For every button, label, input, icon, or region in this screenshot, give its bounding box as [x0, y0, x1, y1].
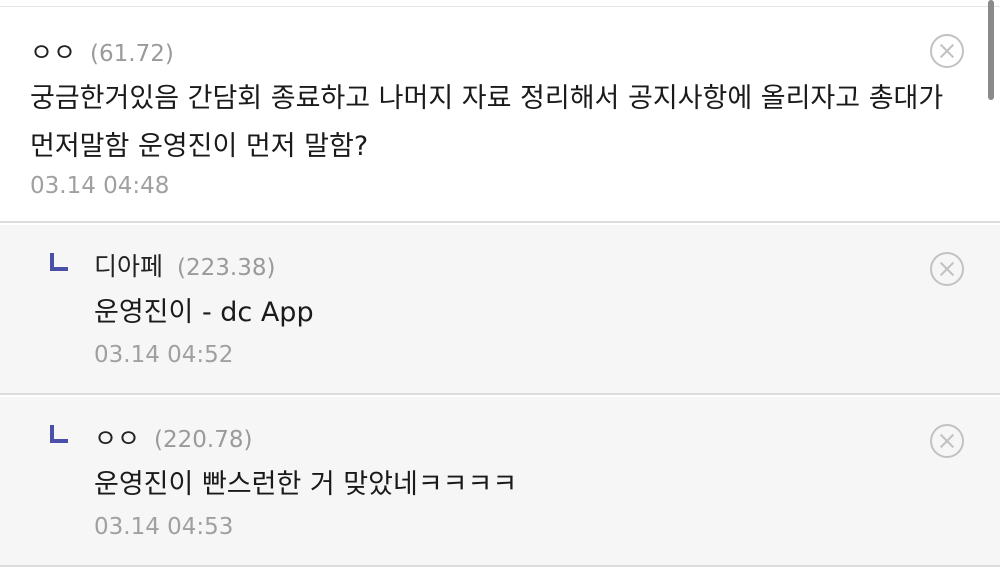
reply-ip: (220.78): [154, 427, 253, 453]
reply-arrow-icon: [50, 253, 68, 271]
scrollbar[interactable]: [988, 0, 994, 100]
comment-ip: (61.72): [90, 41, 174, 67]
comment-date: 03.14 04:48: [30, 173, 170, 199]
comment-meta: ㅇㅇ (61.72): [30, 33, 174, 69]
reply-nickname[interactable]: ㅇㅇ: [94, 419, 140, 455]
delete-comment-button[interactable]: [930, 34, 964, 68]
comment-list: ㅇㅇ (61.72) 궁금한거있음 간담회 종료하고 나머지 자료 정리해서 공…: [0, 0, 1000, 577]
reply-arrow-icon: [50, 425, 68, 443]
reply-date: 03.14 04:52: [94, 342, 234, 368]
delete-reply-button[interactable]: [930, 252, 964, 286]
reply-meta: ㅇㅇ (220.78): [94, 419, 252, 455]
reply-ip: (223.38): [177, 255, 276, 281]
reply-nickname[interactable]: 디아페: [94, 247, 163, 283]
reply-text: 운영진이 - dc App: [94, 297, 314, 328]
reply-item: 디아페 (223.38) 운영진이 - dc App 03.14 04:52: [0, 225, 1000, 395]
delete-reply-button[interactable]: [930, 424, 964, 458]
reply-date: 03.14 04:53: [94, 514, 234, 540]
reply-item: ㅇㅇ (220.78) 운영진이 빤스런한 거 맞았네ㅋㅋㅋㅋ 03.14 04…: [0, 397, 1000, 567]
comment-nickname[interactable]: ㅇㅇ: [30, 33, 76, 69]
comment-text: 궁금한거있음 간담회 종료하고 나머지 자료 정리해서 공지사항에 올리자고 총…: [30, 83, 944, 162]
reply-text: 운영진이 빤스런한 거 맞았네ㅋㅋㅋㅋ: [94, 469, 518, 500]
reply-meta: 디아페 (223.38): [94, 247, 275, 283]
comment-item: ㅇㅇ (61.72) 궁금한거있음 간담회 종료하고 나머지 자료 정리해서 공…: [0, 7, 1000, 223]
